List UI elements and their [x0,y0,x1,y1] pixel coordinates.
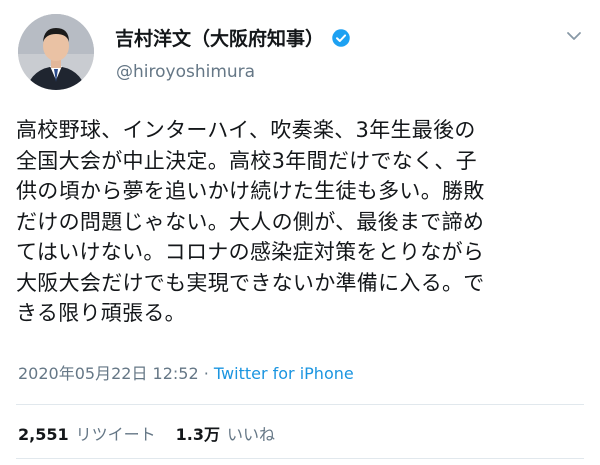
tweet-text-line: 供の頃から夢を追いかけ続けた生徒も多い。勝敗 [16,179,485,203]
source-link[interactable]: Twitter for iPhone [214,364,354,383]
divider [16,404,584,405]
tweet-text-line: 高校野球、インターハイ、吹奏楽、3年生最後の [16,118,476,142]
tweet-text: 高校野球、インターハイ、吹奏楽、3年生最後の 全国大会が中止決定。高校3年間だけ… [16,115,588,329]
divider [16,458,584,459]
user-handle[interactable]: @hiroyoshimura [116,62,255,82]
tweet-meta: 2020年05月22日 12:52 · Twitter for iPhone [18,360,354,384]
display-name[interactable]: 吉村洋文（大阪府知事） [115,24,324,51]
likes-count[interactable]: 1.3万 [176,421,220,445]
meta-separator: · [198,364,214,383]
name-row: 吉村洋文（大阪府知事） [115,24,351,51]
avatar[interactable] [18,14,94,90]
likes-label[interactable]: いいね [227,421,275,445]
tweet-card: 吉村洋文（大阪府知事） @hiroyoshimura 高校野球、インターハイ、吹… [0,0,600,465]
tweet-text-line: 全国大会が中止決定。高校3年間だけでなく、子 [16,148,477,173]
tweet-text-line: 大阪大会だけでも実現できないか準備に入る。で [16,270,485,295]
retweets-count[interactable]: 2,551 [18,425,69,444]
tweet-stats: 2,551 リツイート 1.3万 いいね [18,421,295,445]
tweet-text-line: だけの問題じゃない。大人の側が、最後まで諦め [16,209,485,234]
retweets-label[interactable]: リツイート [76,421,156,445]
chevron-down-icon[interactable] [566,28,582,44]
timestamp[interactable]: 2020年05月22日 12:52 [18,364,199,383]
profile-photo [18,14,94,90]
tweet-text-line: てはいけない。コロナの感染症対策をとりながら [16,240,485,264]
tweet-text-line: きる限り頑張る。 [16,301,186,325]
verified-badge-icon [332,28,350,47]
